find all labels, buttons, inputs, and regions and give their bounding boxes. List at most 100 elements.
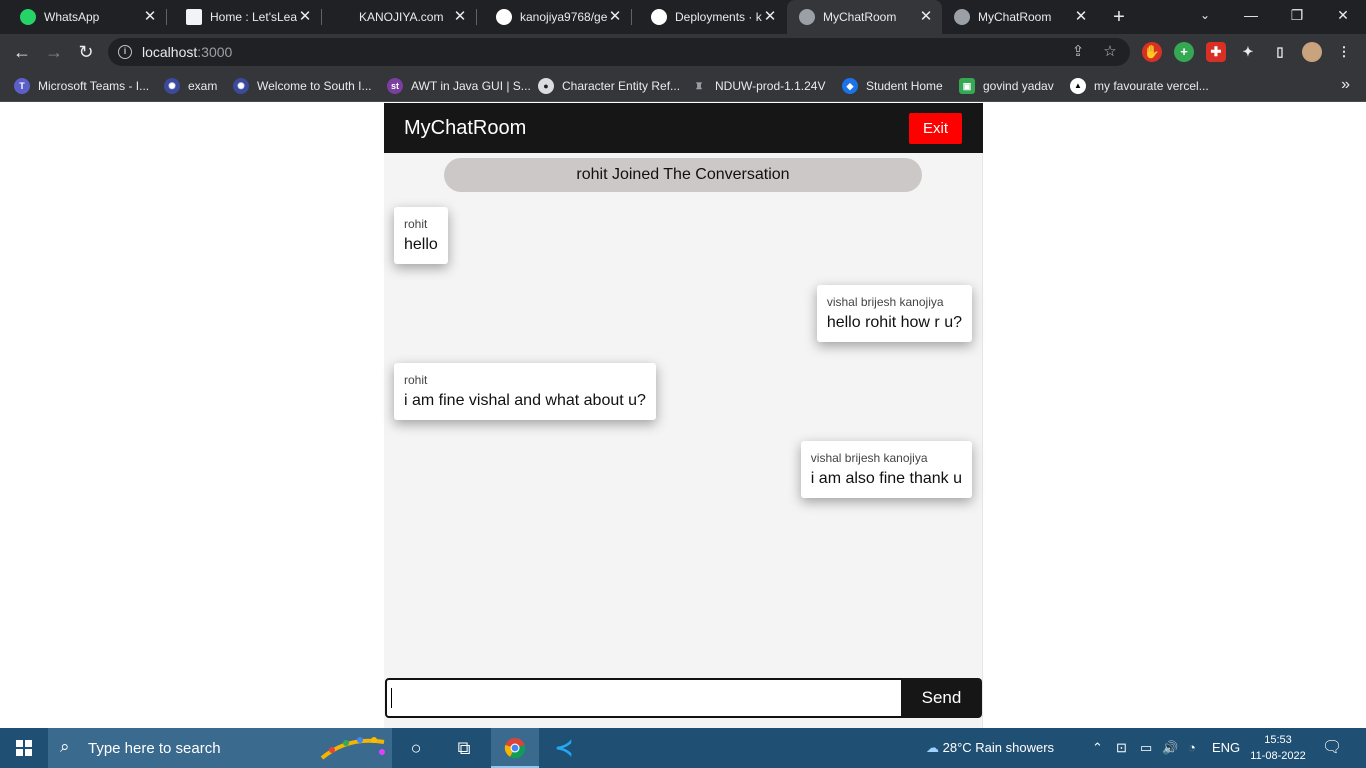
app-title: MyChatRoom xyxy=(404,117,527,139)
search-highlight-icon xyxy=(320,737,385,760)
tab-title: Home : Let'sLearn xyxy=(210,10,297,24)
cortana-icon[interactable]: ○ xyxy=(392,728,440,768)
bookmark-item[interactable]: ▣ govind yadav xyxy=(959,70,1054,102)
taskbar: ⌕ Type here to search ○ ⧉ ≺ ☁ 28°C Rain … xyxy=(0,728,1366,768)
blank-icon xyxy=(335,9,351,25)
clock-time: 15:53 xyxy=(1264,734,1292,746)
shield-icon: ◆ xyxy=(842,78,858,94)
browser-toolbar: ← → ↻ i localhost:3000 ⇪ ☆ ✋ + ✚ ✦ ▯ ⋮ xyxy=(0,34,1366,70)
clock-date: 11-08-2022 xyxy=(1250,750,1306,762)
task-view-icon[interactable]: ⧉ xyxy=(440,728,488,768)
browser-tab[interactable]: kanojiya9768/get ✕ xyxy=(476,0,631,34)
extension-record-icon[interactable]: ✚ xyxy=(1206,42,1226,62)
emblem-icon: ✺ xyxy=(164,78,180,94)
close-icon[interactable]: ✕ xyxy=(297,9,313,25)
message-bubble-right: vishal brijesh kanojiya i am also fine t… xyxy=(800,441,972,498)
browser-tab[interactable]: MyChatRoom ✕ xyxy=(942,0,1097,34)
browser-tab[interactable]: Home : Let'sLearn ✕ xyxy=(166,0,321,34)
volume-icon[interactable]: 🔊 xyxy=(1162,728,1178,768)
bookmark-item[interactable]: T Microsoft Teams - I... xyxy=(14,70,149,102)
extension-plus-icon[interactable]: + xyxy=(1174,42,1194,62)
close-icon[interactable]: ✕ xyxy=(607,9,623,25)
close-icon[interactable]: ✕ xyxy=(762,9,778,25)
profile-avatar[interactable] xyxy=(1302,42,1322,62)
weather-widget[interactable]: ☁ 28°C Rain showers xyxy=(926,728,1054,768)
meet-now-icon[interactable]: ⊡ xyxy=(1116,728,1127,768)
bookmark-item[interactable]: ✺ Welcome to South I... xyxy=(233,70,372,102)
bookmark-label: my favourate vercel... xyxy=(1094,79,1209,93)
url-text: localhost:3000 xyxy=(142,44,232,60)
tray-chevron-icon[interactable]: ⌃ xyxy=(1092,728,1103,768)
start-button[interactable] xyxy=(0,728,48,768)
emblem-icon: ♜ xyxy=(694,81,704,91)
message-bubble-left: rohit hello xyxy=(394,207,448,264)
bookmark-label: govind yadav xyxy=(983,79,1054,93)
chat-header: MyChatRoom Exit xyxy=(384,103,983,153)
minimize-button[interactable]: — xyxy=(1228,0,1274,34)
browser-tab-active[interactable]: MyChatRoom ✕ xyxy=(787,0,942,34)
back-icon[interactable]: ← xyxy=(8,38,36,66)
system-clock[interactable]: 15:53 11-08-2022 xyxy=(1248,732,1308,764)
wifi-icon[interactable]: ◔ xyxy=(1188,728,1196,768)
vscode-icon[interactable]: ≺ xyxy=(540,728,588,768)
battery-icon[interactable]: ▭ xyxy=(1140,728,1152,768)
bookmark-label: AWT in Java GUI | S... xyxy=(411,79,531,93)
bookmark-star-icon[interactable]: ☆ xyxy=(1100,42,1120,62)
new-tab-button[interactable]: + xyxy=(1108,7,1130,27)
browser-tab[interactable]: WhatsApp ✕ xyxy=(0,0,166,34)
side-panel-icon[interactable]: ▯ xyxy=(1270,42,1290,62)
chat-room: MyChatRoom Exit rohit Joined The Convers… xyxy=(384,103,983,728)
message-bubble-left: rohit i am fine vishal and what about u? xyxy=(394,363,656,420)
address-bar[interactable]: i localhost:3000 ⇪ ☆ xyxy=(108,38,1130,66)
site-info-icon[interactable]: i xyxy=(118,45,132,59)
adblock-icon[interactable]: ✋ xyxy=(1142,42,1162,62)
browser-tab[interactable]: Deployments · ka ✕ xyxy=(631,0,786,34)
forward-icon[interactable]: → xyxy=(40,38,68,66)
page-icon xyxy=(186,9,202,25)
windows-logo-icon xyxy=(16,740,32,756)
bookmark-item[interactable]: ♜ NDUW-prod-1.1.24V xyxy=(691,70,826,102)
tab-title: WhatsApp xyxy=(44,10,100,24)
search-icon: ⌕ xyxy=(60,737,70,756)
message-input[interactable] xyxy=(385,678,903,718)
join-notice: rohit Joined The Conversation xyxy=(444,158,922,192)
bookmark-label: Character Entity Ref... xyxy=(562,79,681,93)
tab-title: MyChatRoom xyxy=(823,10,897,24)
close-window-button[interactable]: ✕ xyxy=(1320,0,1366,34)
close-icon[interactable]: ✕ xyxy=(452,9,468,25)
notifications-icon[interactable]: 🗨 xyxy=(1322,728,1342,768)
extensions-puzzle-icon[interactable]: ✦ xyxy=(1238,42,1258,62)
github-icon xyxy=(496,9,512,25)
browser-tab[interactable]: KANOJIYA.com ✕ xyxy=(321,0,476,34)
vercel-icon: ▲ xyxy=(1070,78,1086,94)
android-icon: ▣ xyxy=(959,78,975,94)
whatsapp-icon xyxy=(20,9,36,25)
globe-icon xyxy=(954,9,970,25)
bookmark-item[interactable]: ▲ my favourate vercel... xyxy=(1070,70,1209,102)
message-sender: vishal brijesh kanojiya xyxy=(826,295,944,309)
chrome-taskbar-icon[interactable] xyxy=(491,728,539,768)
close-icon[interactable]: ✕ xyxy=(142,9,158,25)
search-placeholder: Type here to search xyxy=(88,740,221,757)
message-text: hello rohit how r u? xyxy=(826,314,962,331)
bookmark-item[interactable]: st AWT in Java GUI | S... xyxy=(387,70,531,102)
menu-kebab-icon[interactable]: ⋮ xyxy=(1334,42,1354,62)
reload-icon[interactable]: ↻ xyxy=(72,38,100,66)
page-viewport: MyChatRoom Exit rohit Joined The Convers… xyxy=(0,103,1366,728)
tab-title: KANOJIYA.com xyxy=(359,10,444,24)
taskbar-search[interactable]: ⌕ Type here to search xyxy=(48,728,392,768)
bookmark-item[interactable]: ◆ Student Home xyxy=(842,70,943,102)
more-bookmarks-icon[interactable]: » xyxy=(1341,76,1350,94)
message-sender: rohit xyxy=(404,373,428,387)
share-icon[interactable]: ⇪ xyxy=(1068,42,1088,62)
tab-search-icon[interactable]: ⌄ xyxy=(1182,0,1228,34)
bookmark-item[interactable]: ● Character Entity Ref... xyxy=(538,70,680,102)
close-icon[interactable]: ✕ xyxy=(918,9,934,25)
language-indicator[interactable]: ENG xyxy=(1212,728,1240,768)
exit-button[interactable]: Exit xyxy=(909,113,962,144)
send-button[interactable]: Send xyxy=(901,678,982,718)
url-host: localhost xyxy=(142,44,198,60)
close-icon[interactable]: ✕ xyxy=(1073,9,1089,25)
bookmark-item[interactable]: ✺ exam xyxy=(164,70,217,102)
restore-button[interactable]: ❐ xyxy=(1274,0,1320,34)
